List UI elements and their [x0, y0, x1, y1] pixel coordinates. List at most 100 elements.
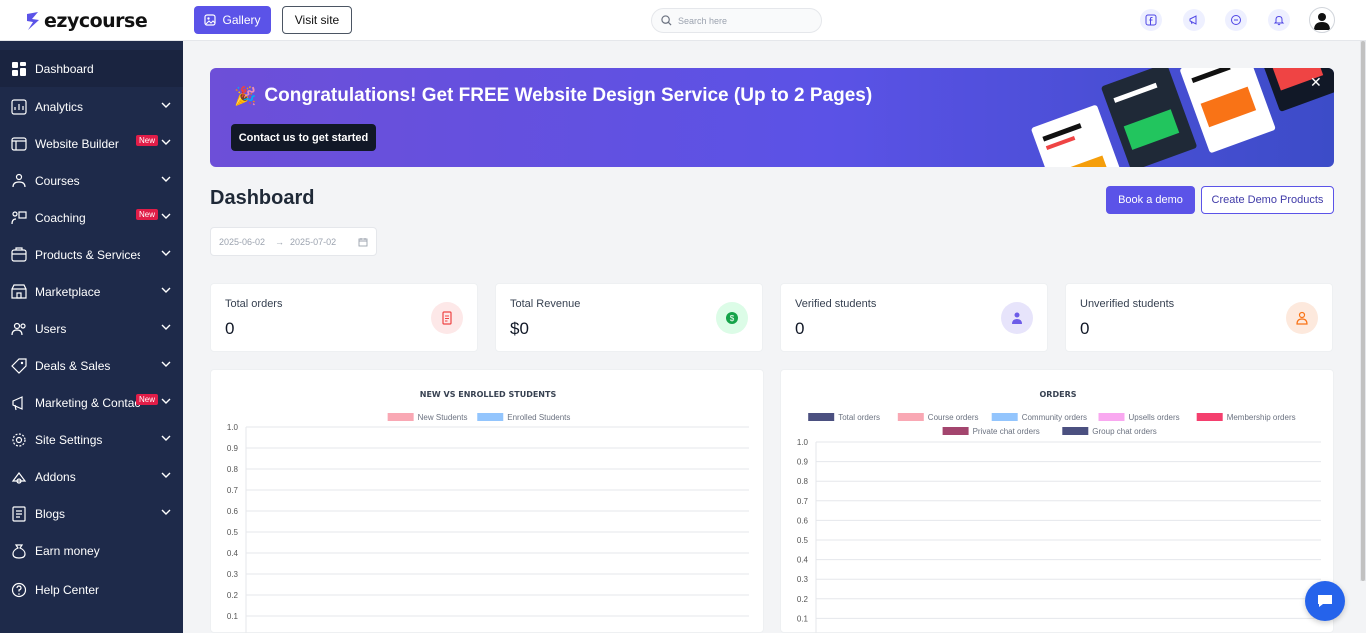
orders-chart: ORDERS Total orders Course orders Community… — [797, 390, 1321, 633]
megaphone-icon[interactable] — [1183, 9, 1205, 31]
search-input[interactable] — [678, 15, 808, 26]
sidebar-item-label: Courses — [35, 173, 80, 188]
gallery-button[interactable]: Gallery — [194, 6, 271, 34]
sidebar-item-marketing-contacts[interactable]: Marketing & Contacts New — [0, 384, 183, 421]
megaphone-icon — [11, 395, 27, 411]
sidebar-item-help-center[interactable]: Help Center — [0, 571, 183, 608]
y-tick-label: 1.0 — [227, 423, 239, 432]
sidebar-item-coaching[interactable]: Coaching New — [0, 199, 183, 236]
legend-swatch[interactable] — [808, 413, 835, 421]
chevron-down-icon — [161, 102, 171, 108]
sidebar-item-analytics[interactable]: Analytics — [0, 88, 183, 125]
legend-label[interactable]: Course orders — [928, 413, 979, 422]
date-end[interactable]: 2025-07-02 — [290, 237, 336, 247]
y-tick-label: 0.2 — [797, 595, 809, 604]
new-badge: New — [135, 209, 158, 220]
coaching-icon — [11, 210, 27, 226]
y-tick-label: 0.9 — [797, 458, 809, 467]
legend-label[interactable]: Membership orders — [1227, 413, 1296, 422]
top-bar: ezycourse Gallery Visit site — [0, 0, 1366, 41]
money-bag-icon — [11, 543, 27, 559]
calendar-icon — [358, 238, 368, 247]
legend-swatch[interactable] — [942, 427, 969, 435]
legend-label[interactable]: Enrolled Students — [507, 413, 570, 422]
search-box[interactable] — [651, 8, 822, 33]
legend-swatch[interactable] — [897, 413, 924, 421]
legend-label[interactable]: Community orders — [1022, 413, 1087, 422]
chevron-down-icon — [161, 139, 171, 145]
sidebar-item-label: Earn money — [35, 543, 100, 558]
sidebar-item-label: Users — [35, 321, 67, 336]
y-tick-label: 1.0 — [797, 438, 809, 447]
legend-swatch[interactable] — [1062, 427, 1089, 435]
y-tick-label: 0.1 — [797, 614, 809, 623]
y-tick-label: 0.5 — [227, 528, 239, 537]
promo-banner: 🎉 Congratulations! Get FREE Website Desi… — [210, 68, 1334, 167]
facebook-icon[interactable] — [1140, 9, 1162, 31]
sidebar-item-courses[interactable]: Courses — [0, 162, 183, 199]
chevron-down-icon — [161, 472, 171, 478]
tag-icon — [11, 357, 27, 374]
dashboard-icon — [11, 61, 27, 77]
chat-bubble-icon[interactable] — [1225, 9, 1247, 31]
book-demo-button[interactable]: Book a demo — [1106, 186, 1195, 214]
legend-swatch[interactable] — [387, 413, 414, 421]
stat-card-unverified-students: Unverified students 0 — [1065, 283, 1333, 352]
addons-icon — [11, 469, 27, 485]
legend-label[interactable]: Upsells orders — [1129, 413, 1180, 422]
y-tick-label: 0.6 — [797, 516, 809, 525]
contact-us-button[interactable]: Contact us to get started — [231, 124, 376, 151]
legend-swatch[interactable] — [477, 413, 504, 421]
legend-swatch[interactable] — [991, 413, 1018, 421]
sidebar-item-site-settings[interactable]: Site Settings — [0, 421, 183, 458]
chart-title: ORDERS — [1040, 390, 1077, 399]
scrollbar-thumb[interactable] — [1361, 41, 1365, 581]
sidebar-item-users[interactable]: Users — [0, 310, 183, 347]
blogs-icon — [11, 505, 27, 522]
sidebar: Dashboard Analytics Website Builder New Cour… — [0, 41, 183, 633]
stat-card-total-revenue: Total Revenue $0 $ — [495, 283, 763, 352]
banner-title: 🎉 Congratulations! Get FREE Website Desi… — [234, 85, 872, 107]
close-icon[interactable]: ✕ — [1310, 74, 1322, 91]
legend-label[interactable]: New Students — [418, 413, 468, 422]
live-chat-button[interactable] — [1305, 581, 1345, 621]
legend-swatch[interactable] — [1196, 413, 1223, 421]
help-icon — [11, 582, 27, 598]
legend-label[interactable]: Group chat orders — [1092, 427, 1156, 436]
new-badge: New — [135, 394, 158, 405]
y-tick-label: 0.2 — [227, 591, 239, 600]
stat-card-total-orders: Total orders 0 — [210, 283, 478, 352]
users-icon — [11, 321, 27, 337]
svg-text:$: $ — [730, 314, 735, 323]
new-badge: New — [135, 135, 158, 146]
create-demo-products-button[interactable]: Create Demo Products — [1201, 186, 1334, 214]
legend-swatch[interactable] — [1098, 413, 1125, 421]
sidebar-item-website-builder[interactable]: Website Builder New — [0, 125, 183, 162]
legend-label[interactable]: Private chat orders — [973, 427, 1040, 436]
students-chart-card: NEW VS ENROLLED STUDENTS New Students Enro… — [210, 369, 764, 633]
gallery-label: Gallery — [222, 13, 261, 27]
date-start[interactable]: 2025-06-02 — [219, 237, 265, 247]
sidebar-item-dashboard[interactable]: Dashboard — [0, 50, 183, 87]
verified-user-icon — [1001, 302, 1033, 334]
chart-title: NEW VS ENROLLED STUDENTS — [420, 390, 557, 399]
page-scrollbar[interactable] — [1360, 41, 1366, 581]
sidebar-item-addons[interactable]: Addons — [0, 458, 183, 495]
sidebar-item-marketplace[interactable]: Marketplace — [0, 273, 183, 310]
stat-value: 0 — [1080, 319, 1090, 338]
sidebar-item-blogs[interactable]: Blogs — [0, 495, 183, 532]
chevron-down-icon — [161, 287, 171, 293]
y-tick-label: 0.3 — [797, 575, 809, 584]
chevron-down-icon — [161, 250, 171, 256]
legend-label[interactable]: Total orders — [838, 413, 880, 422]
user-avatar-icon[interactable] — [1309, 7, 1335, 33]
visit-site-button[interactable]: Visit site — [282, 6, 352, 34]
bell-icon[interactable] — [1268, 9, 1290, 31]
y-tick-label: 0.7 — [227, 486, 239, 495]
sidebar-item-deals-sales[interactable]: Deals & Sales — [0, 347, 183, 384]
sidebar-item-earn-money[interactable]: Earn money — [0, 532, 183, 569]
receipt-icon — [431, 302, 463, 334]
sidebar-item-products-services[interactable]: Products & Services — [0, 236, 183, 273]
brand-logo[interactable]: ezycourse — [0, 0, 183, 41]
date-range-picker[interactable]: 2025-06-02 → 2025-07-02 — [210, 227, 377, 256]
